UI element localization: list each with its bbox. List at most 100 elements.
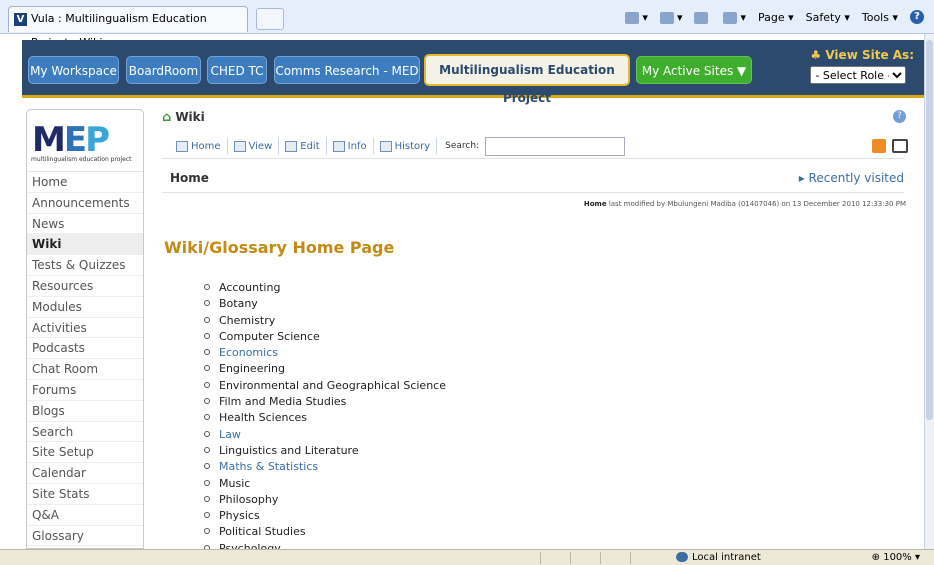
- site-tab-mep[interactable]: Multilingualism Education Project: [424, 54, 630, 105]
- print-icon[interactable]: ▾: [723, 11, 746, 24]
- site-tab-comms-research[interactable]: Comms Research - MED: [274, 56, 420, 84]
- page-menu[interactable]: Page ▾: [758, 11, 794, 24]
- view-icon: [233, 140, 246, 152]
- tool-menu-item-site-setup[interactable]: Site Setup: [27, 442, 143, 464]
- wiki-main: ⌂ Wiki ? Home View Edit Info History Sear…: [162, 108, 914, 555]
- tool-menu-item-podcasts[interactable]: Podcasts: [27, 338, 143, 360]
- bullet-icon: [204, 495, 210, 502]
- tool-menu-item-site-stats[interactable]: Site Stats: [27, 484, 143, 505]
- new-tab-button[interactable]: [256, 8, 284, 30]
- zoom-level[interactable]: ⊕ 100% ▾: [872, 552, 920, 563]
- glossary-item: Film and Media Studies: [204, 394, 446, 410]
- bullet-icon: [204, 381, 210, 388]
- bullet-icon: [204, 414, 210, 421]
- help-icon[interactable]: ?: [910, 10, 924, 24]
- tool-menu-item-search[interactable]: Search: [27, 422, 143, 443]
- glossary-item-label[interactable]: Economics: [219, 346, 278, 359]
- scrollbar-thumb[interactable]: [926, 40, 933, 420]
- glossary-item: Botany: [204, 296, 446, 312]
- help-icon[interactable]: ?: [893, 110, 906, 123]
- glossary-item: Engineering: [204, 361, 446, 377]
- glossary-item-label: Philosophy: [219, 492, 279, 506]
- search-label: Search:: [445, 141, 480, 151]
- mail-icon[interactable]: [694, 11, 711, 24]
- tool-menu-item-activities[interactable]: Activities: [27, 318, 143, 339]
- tool-menu-item-wiki[interactable]: Wiki: [27, 234, 143, 256]
- browser-tools: ▾ ▾ ▾ Page ▾ Safety ▾ Tools ▾ ?: [625, 10, 924, 24]
- security-zone: Local intranet: [676, 552, 761, 563]
- site-tab-ched-tc[interactable]: CHED TC: [207, 56, 267, 84]
- bullet-icon: [204, 446, 210, 453]
- my-active-sites-button[interactable]: My Active Sites ▼: [636, 56, 752, 84]
- glossary-item: Chemistry: [204, 313, 446, 329]
- page-name: Home: [170, 171, 209, 185]
- glossary-item-label: Accounting: [219, 281, 281, 294]
- history-icon: [379, 140, 392, 152]
- tool-menu-item-chat-room[interactable]: Chat Room: [27, 359, 143, 380]
- wiki-home-button[interactable]: Home: [170, 138, 228, 154]
- print-icon[interactable]: [892, 139, 908, 153]
- feeds-icon[interactable]: ▾: [659, 11, 682, 24]
- modified-page-name: Home: [583, 200, 607, 208]
- bullet-icon: [204, 284, 210, 290]
- divider: [162, 192, 904, 193]
- wiki-toolbar: Home View Edit Info History Search:: [170, 136, 910, 156]
- site-tab-boardroom[interactable]: BoardRoom: [126, 56, 201, 84]
- wiki-info-button[interactable]: Info: [327, 138, 374, 154]
- wiki-view-label: View: [248, 140, 273, 152]
- glossary-item[interactable]: Law: [204, 427, 446, 443]
- security-zone-label: Local intranet: [692, 552, 761, 563]
- select-role-dropdown[interactable]: - Select Role -: [810, 66, 907, 84]
- glossary-item-label: Computer Science: [219, 329, 320, 343]
- tool-menu-item-news[interactable]: News: [27, 214, 143, 235]
- wiki-view-button[interactable]: View: [228, 138, 280, 154]
- glossary-item[interactable]: Maths & Statistics: [204, 459, 446, 475]
- tool-menu-item-blogs[interactable]: Blogs: [27, 401, 143, 422]
- glossary-item-label[interactable]: Maths & Statistics: [219, 460, 318, 473]
- tool-menu-item-tests-quizzes[interactable]: Tests & Quizzes: [27, 255, 143, 276]
- home-icon: [176, 140, 188, 152]
- glossary-item: Political Studies: [204, 524, 446, 540]
- tools-menu[interactable]: Tools ▾: [862, 11, 898, 24]
- bullet-icon: [204, 528, 210, 535]
- glossary-item[interactable]: Economics: [204, 345, 446, 361]
- tool-menu-item-forums[interactable]: Forums: [27, 380, 143, 401]
- glossary-item-label: Linguistics and Literature: [219, 443, 359, 457]
- tool-menu-item-modules[interactable]: Modules: [27, 297, 143, 318]
- triangle-right-icon: ▸: [798, 171, 805, 185]
- site-tab-my-workspace[interactable]: My Workspace: [28, 56, 119, 84]
- browser-tab[interactable]: V Vula : Multilingualism Education Proje…: [8, 6, 248, 49]
- globe-icon: [676, 552, 688, 562]
- glossary-list: Accounting Botany Chemistry Computer Scienc…: [204, 280, 446, 557]
- bullet-icon: [204, 365, 210, 372]
- recently-visited-link[interactable]: ▸ Recently visited: [799, 171, 904, 185]
- tool-menu-item-home[interactable]: Home: [27, 172, 143, 193]
- status-divider: [600, 552, 601, 564]
- status-divider: [570, 552, 571, 564]
- wiki-home-label: Home: [191, 140, 221, 152]
- tool-menu-item-calendar[interactable]: Calendar: [27, 463, 143, 484]
- bullet-icon: [204, 479, 210, 486]
- status-divider: [540, 552, 541, 564]
- scrollbar[interactable]: [924, 34, 934, 549]
- home-icon[interactable]: ▾: [625, 11, 648, 24]
- bullet-icon: [204, 300, 210, 307]
- bullet-icon: [204, 512, 210, 519]
- rss-icon[interactable]: [872, 139, 886, 153]
- tool-menu-item-glossary[interactable]: Glossary: [27, 526, 143, 547]
- tool-menu-item-announcements[interactable]: Announcements: [27, 193, 143, 214]
- safety-menu[interactable]: Safety ▾: [806, 11, 850, 24]
- tool-menu-item-q-a[interactable]: Q&A: [27, 505, 143, 526]
- mep-logo: MEP multilingualism education project: [27, 110, 143, 172]
- wiki-search-input[interactable]: [485, 136, 626, 156]
- glossary-item-label: Physics: [219, 509, 260, 523]
- glossary-item-label[interactable]: Law: [219, 428, 241, 441]
- glossary-item-label: Environmental and Geographical Science: [219, 378, 446, 392]
- bullet-icon: [204, 349, 210, 356]
- tool-menu-item-resources[interactable]: Resources: [27, 276, 143, 297]
- bullet-icon: [204, 316, 210, 323]
- wiki-edit-button[interactable]: Edit: [279, 138, 327, 154]
- wiki-history-button[interactable]: History: [374, 138, 438, 154]
- vula-logo-icon: V: [14, 13, 27, 26]
- person-icon: ♣: [810, 48, 822, 62]
